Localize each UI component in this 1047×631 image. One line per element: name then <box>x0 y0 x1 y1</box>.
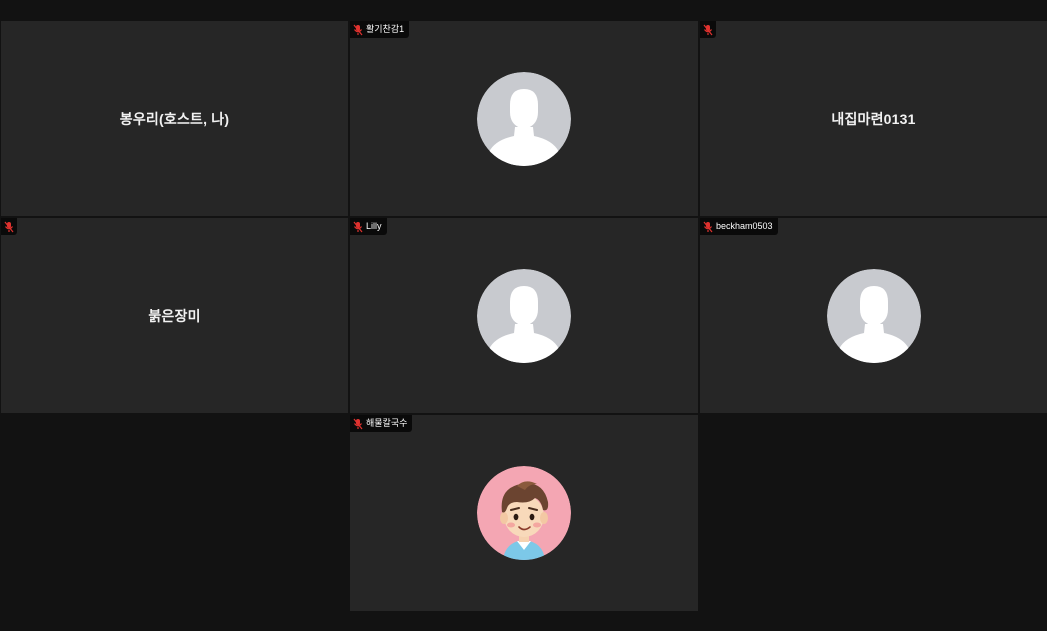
participant-label: 활기찬감1 <box>350 21 410 38</box>
participant-label-text: 해물칼국수 <box>366 418 408 428</box>
participant-label-text: Lilly <box>366 221 382 231</box>
participant-label-text: 활기찬감1 <box>366 24 405 34</box>
participant-tile-host[interactable]: 봉우리(호스트, 나) <box>1 21 348 216</box>
muted-mic-icon <box>353 418 363 430</box>
cartoon-boy-avatar <box>477 466 571 560</box>
participant-tile[interactable]: 해물칼국수 <box>350 415 698 611</box>
muted-mic-icon <box>703 24 713 36</box>
participant-label <box>700 21 716 38</box>
participant-label <box>1 218 17 235</box>
person-silhouette-icon <box>826 268 921 363</box>
person-silhouette-icon <box>477 71 571 166</box>
participant-label: 해물칼국수 <box>350 415 413 432</box>
participant-name: 봉우리(호스트, 나) <box>119 110 230 127</box>
participant-name: 붉은장미 <box>148 307 201 324</box>
participant-label-text: beckham0503 <box>716 221 773 231</box>
video-grid: 봉우리(호스트, 나) 활기찬감1 내집마련0131 붉은장미 Lilly be… <box>0 0 1047 631</box>
participant-tile[interactable]: 내집마련0131 <box>700 21 1047 216</box>
muted-mic-icon <box>703 221 713 233</box>
muted-mic-icon <box>353 24 363 36</box>
participant-tile[interactable]: beckham0503 <box>700 218 1047 413</box>
participant-tile[interactable]: 붉은장미 <box>1 218 348 413</box>
participant-name: 내집마련0131 <box>831 110 916 127</box>
participant-label: Lilly <box>350 218 387 235</box>
participant-tile[interactable]: Lilly <box>350 218 698 413</box>
muted-mic-icon <box>4 221 14 233</box>
participant-tile[interactable]: 활기찬감1 <box>350 21 698 216</box>
muted-mic-icon <box>353 221 363 233</box>
participant-label: beckham0503 <box>700 218 778 235</box>
person-silhouette-icon <box>477 268 571 363</box>
